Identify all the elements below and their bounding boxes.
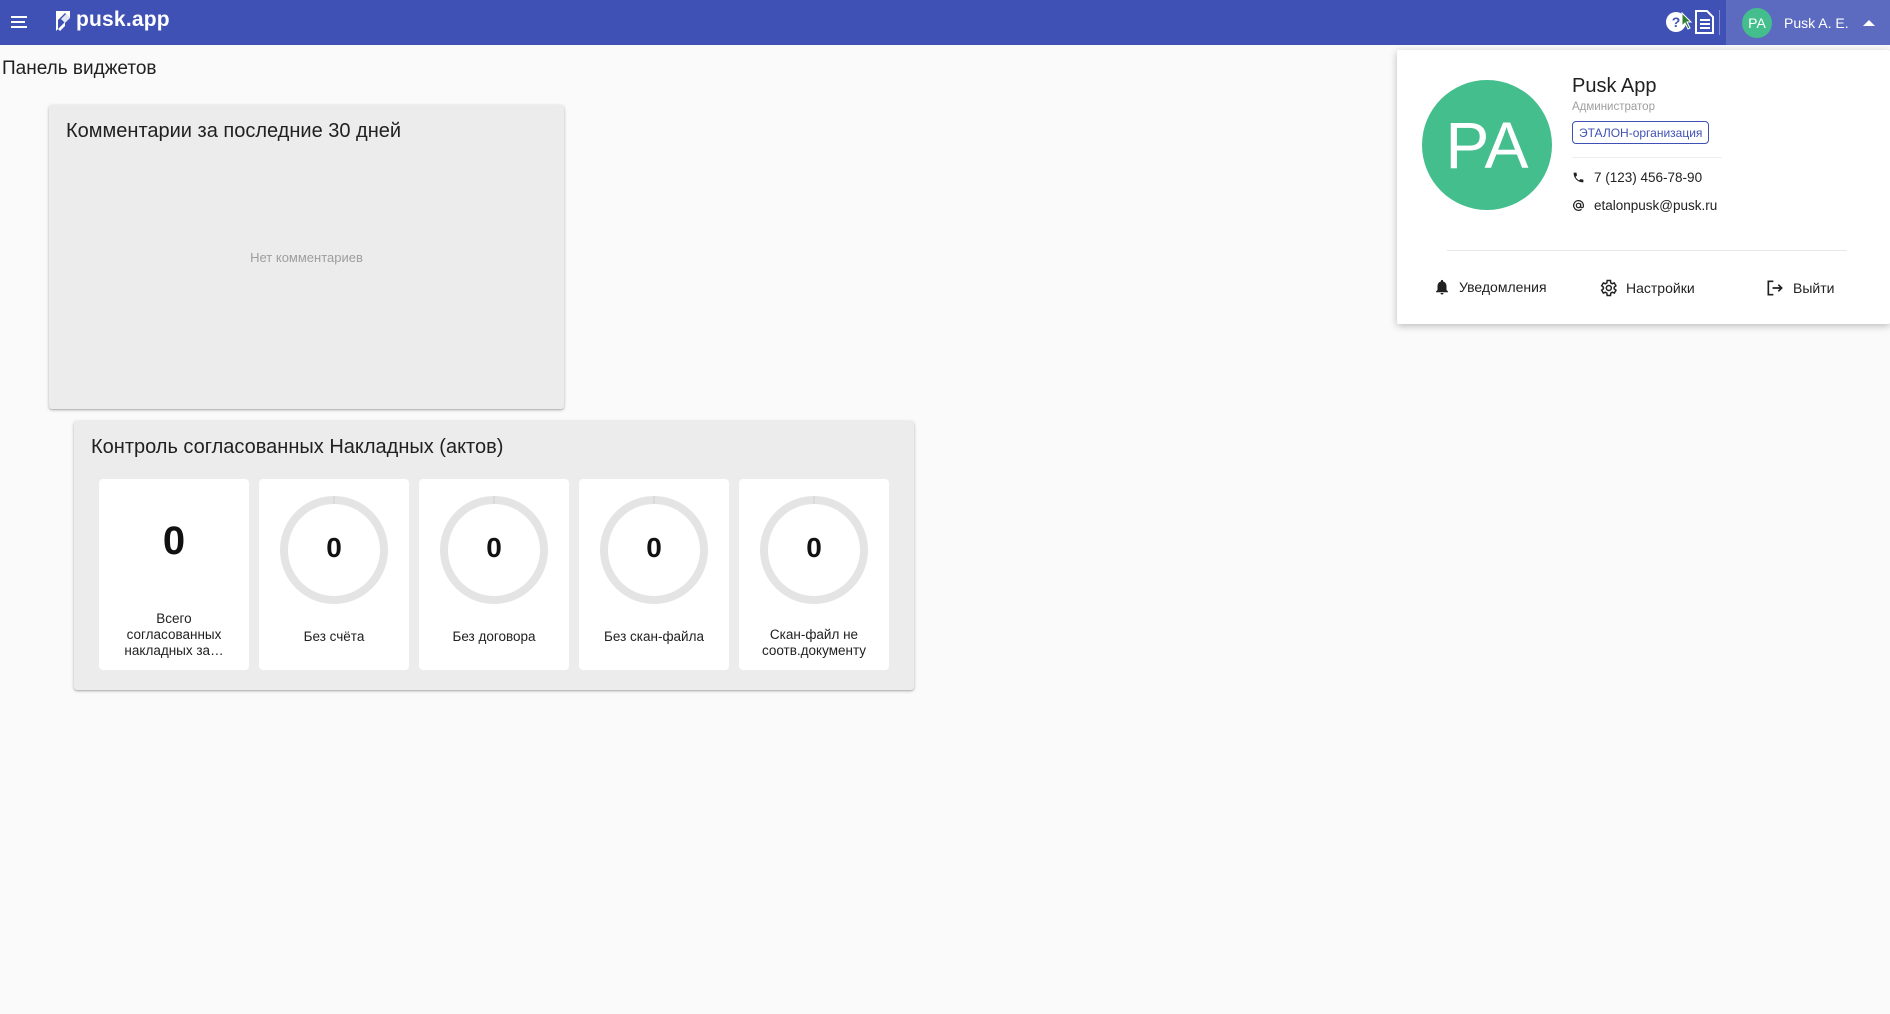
bell-icon bbox=[1436, 279, 1448, 295]
stat-label: Без скан-файла bbox=[604, 629, 704, 644]
app-logo[interactable]: pusk.app bbox=[54, 6, 170, 34]
profile-popup: PA Pusk App Администратор ЭТАЛОН-организ… bbox=[1397, 50, 1890, 324]
stat-tile-scan-mismatch[interactable]: 0 Скан-файл не соотв.документу bbox=[739, 479, 889, 670]
at-icon bbox=[1573, 200, 1584, 211]
widget-title: Контроль согласованных Накладных (актов) bbox=[91, 436, 504, 458]
stat-value: 0 bbox=[646, 532, 662, 563]
stat-value: 0 bbox=[486, 532, 502, 563]
profile-role: Администратор bbox=[1572, 101, 1655, 113]
stat-tile-no-invoice[interactable]: 0 Без счёта bbox=[259, 479, 409, 670]
logout-button[interactable]: Выйти bbox=[1765, 278, 1834, 298]
comments-widget: Комментарии за последние 30 дней Нет ком… bbox=[49, 105, 564, 409]
stat-label: Без счёта bbox=[303, 629, 365, 644]
profile-name: Pusk App bbox=[1572, 75, 1657, 97]
notifications-label: Уведомления bbox=[1459, 279, 1547, 295]
widget-title: Комментарии за последние 30 дней bbox=[66, 120, 402, 142]
page-title: Панель виджетов bbox=[2, 58, 157, 79]
stat-value: 0 bbox=[326, 532, 342, 563]
settings-label: Настройки bbox=[1626, 280, 1695, 296]
stat-tiles: 0 Всего согласованных накладных за… 0 Бе… bbox=[99, 479, 889, 670]
profile-avatar: PA bbox=[1422, 80, 1552, 210]
mouse-cursor-icon bbox=[1681, 12, 1693, 30]
topbar-divider bbox=[1719, 10, 1720, 35]
chevron-up-icon bbox=[1862, 19, 1875, 26]
logo-text: pusk.app bbox=[76, 8, 170, 31]
logout-label: Выйти bbox=[1793, 280, 1835, 296]
logo-icon bbox=[56, 11, 70, 31]
document-icon[interactable] bbox=[1691, 9, 1717, 35]
settings-button[interactable]: Настройки bbox=[1598, 278, 1695, 298]
profile-email: etalonpusk@pusk.ru bbox=[1572, 198, 1717, 213]
menu-icon[interactable] bbox=[8, 11, 30, 33]
organization-badge[interactable]: ЭТАЛОН-организация bbox=[1572, 121, 1710, 144]
logout-icon bbox=[1767, 280, 1783, 296]
top-app-bar: pusk.app ? PA Pusk A. E. bbox=[0, 0, 1890, 45]
phone-icon bbox=[1573, 172, 1584, 183]
stat-label: Скан-файл не соотв.документу bbox=[761, 627, 867, 658]
user-menu-button[interactable]: PA Pusk A. E. bbox=[1726, 0, 1890, 45]
phone-text: 7 (123) 456-78-90 bbox=[1594, 170, 1703, 185]
stat-value: 0 bbox=[162, 519, 186, 563]
svg-text:?: ? bbox=[1672, 14, 1681, 30]
stat-tile-total[interactable]: 0 Всего согласованных накладных за… bbox=[99, 479, 249, 670]
stat-label: Всего согласованных накладных за… bbox=[124, 611, 224, 658]
user-name: Pusk A. E. bbox=[1784, 14, 1849, 31]
stat-value: 0 bbox=[806, 532, 822, 563]
notifications-button[interactable]: Уведомления bbox=[1433, 278, 1547, 296]
gear-icon bbox=[1600, 279, 1617, 297]
invoice-control-widget: Контроль согласованных Накладных (актов)… bbox=[74, 421, 914, 690]
divider bbox=[1572, 157, 1722, 158]
email-text: etalonpusk@pusk.ru bbox=[1594, 198, 1718, 213]
stat-tile-no-contract[interactable]: 0 Без договора bbox=[419, 479, 569, 670]
user-avatar: PA bbox=[1742, 7, 1772, 38]
empty-state-text: Нет комментариев bbox=[250, 250, 363, 265]
stat-tile-no-scan[interactable]: 0 Без скан-файла bbox=[579, 479, 729, 670]
profile-phone: 7 (123) 456-78-90 bbox=[1572, 170, 1702, 185]
stat-label: Без договора bbox=[452, 629, 536, 644]
divider bbox=[1447, 250, 1847, 251]
